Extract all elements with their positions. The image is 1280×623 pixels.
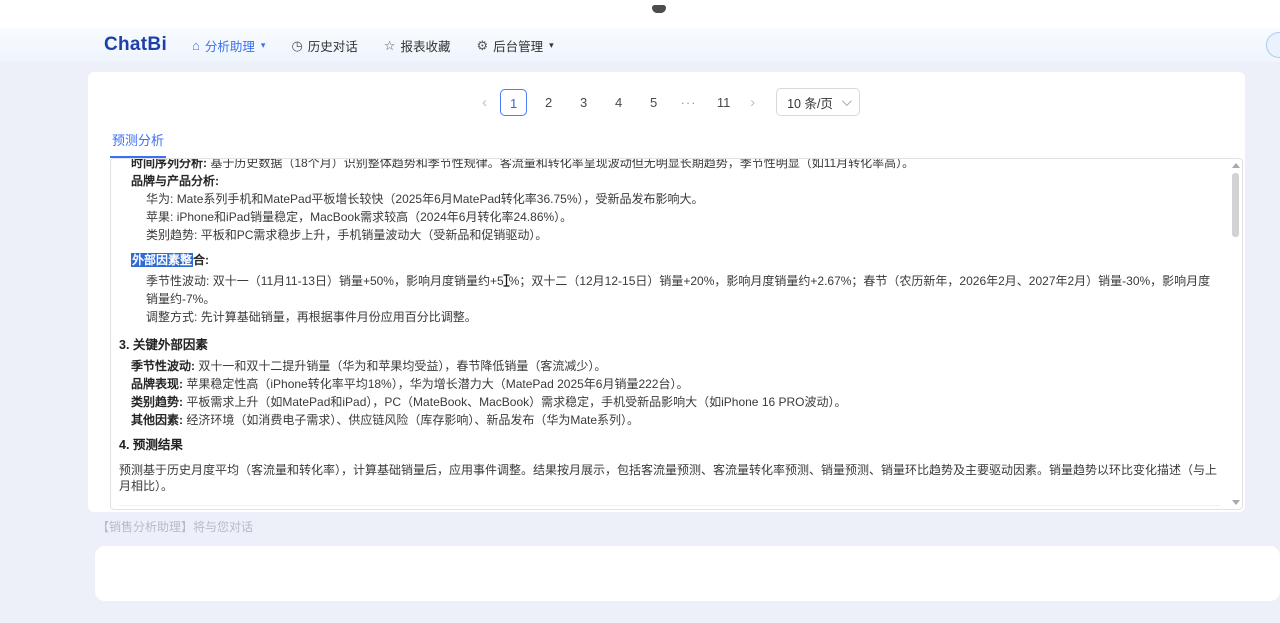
home-icon: ⌂ — [192, 39, 200, 52]
brand-product-heading: 品牌与产品分析: — [131, 173, 1220, 189]
scroll-down-arrow-icon[interactable] — [1232, 500, 1240, 505]
nav-item-label: 后台管理 — [493, 36, 543, 55]
browser-artifact — [652, 5, 666, 13]
table-header-row: 月度 客流量预测 客流量转化率预测 销量预测 销量趋势 (环比) 主要驱动因素 — [119, 506, 1220, 511]
chevron-down-icon: ▾ — [261, 40, 266, 51]
nav-item-label: 历史对话 — [308, 36, 358, 55]
chevron-down-icon: ▾ — [549, 40, 554, 51]
forecast-table: 月度 客流量预测 客流量转化率预测 销量预测 销量趋势 (环比) 主要驱动因素 … — [119, 505, 1220, 510]
forecast-panel: ‹ 1 2 3 4 5 ··· 11 › 10 条/页 预测分析 时间序列分析:… — [88, 72, 1245, 512]
analysis-result-scroll-area[interactable]: 时间序列分析: 基于历史数据（18个月）识别整体趋势和季节性规律。客流量和转化率… — [110, 158, 1243, 510]
top-navbar: ChatBi ⌂ 分析助理 ▾ ◷ 历史对话 ☆ 报表收藏 ⚙ 后台管理 ▾ — [0, 28, 1280, 62]
page-size-value: 10 条/页 — [787, 93, 833, 112]
col-header-traffic-forecast: 客流量预测 — [264, 506, 383, 511]
col-header-conversion-forecast: 客流量转化率预测 — [383, 506, 601, 511]
nav-menu: ⌂ 分析助理 ▾ ◷ 历史对话 ☆ 报表收藏 ⚙ 后台管理 ▾ — [179, 28, 567, 62]
star-icon: ☆ — [384, 39, 396, 52]
col-header-main-driver: 主要驱动因素 — [883, 506, 1220, 511]
tab-forecast-analysis[interactable]: 预测分析 — [110, 130, 166, 158]
page-number-5[interactable]: 5 — [640, 89, 667, 116]
nav-item-report-favorites[interactable]: ☆ 报表收藏 — [371, 28, 464, 62]
assistant-hint-text: 【销售分析助理】将与您对话 — [97, 518, 253, 535]
section-4-heading: 4. 预测结果 — [119, 437, 1220, 453]
col-header-sales-forecast: 销量预测 — [601, 506, 713, 511]
adjust-method-line: 调整方式: 先计算基础销量，再根据事件月份应用百分比调整。 — [146, 309, 1220, 325]
nav-item-label: 分析助理 — [205, 36, 255, 55]
nav-item-admin[interactable]: ⚙ 后台管理 ▾ — [463, 28, 566, 62]
page-number-3[interactable]: 3 — [570, 89, 597, 116]
key-factor-other: 其他因素: 经济环境（如消费电子需求）、供应链风险（库存影响）、新品发布（华为M… — [131, 412, 1220, 428]
brand-item-apple: 苹果: iPhone和iPad销量稳定，MacBook需求较高（2024年6月转… — [146, 209, 1220, 225]
analysis-content: 时间序列分析: 基于历史数据（18个月）识别整体趋势和季节性规律。客流量和转化率… — [111, 158, 1242, 510]
seasonal-fluctuation-line: 季节性波动: 双十一（11月11-13日）销量+50%，影响月度销量约+5%；双… — [146, 273, 1220, 307]
avatar[interactable] — [1266, 32, 1280, 58]
clock-icon: ◷ — [291, 39, 302, 52]
key-factor-brand: 品牌表现: 苹果稳定性高（iPhone转化率平均18%），华为增长潜力大（Mat… — [131, 376, 1220, 392]
forecast-description: 预测基于历史月度平均（客流量和转化率），计算基础销量后，应用事件调整。结果按月展… — [119, 462, 1220, 494]
section-3-heading: 3. 关键外部因素 — [119, 337, 1220, 353]
page-number-1[interactable]: 1 — [500, 89, 527, 116]
prev-page-button[interactable]: ‹ — [473, 94, 496, 111]
app-logo: ChatBi — [104, 34, 167, 56]
brand-item-huawei: 华为: Mate系列手机和MatePad平板增长较快（2025年6月MatePa… — [146, 191, 1220, 207]
page-number-4[interactable]: 4 — [605, 89, 632, 116]
page-number-11[interactable]: 11 — [710, 89, 737, 116]
external-factors-heading: 外部因素整合: — [131, 252, 1220, 268]
scroll-up-arrow-icon[interactable] — [1232, 163, 1240, 168]
next-page-button[interactable]: › — [741, 94, 764, 111]
page-size-select[interactable]: 10 条/页 — [776, 88, 860, 116]
brand-item-category-trend: 类别趋势: 平板和PC需求稳步上升，手机销量波动大（受新品和促销驱动）。 — [146, 227, 1220, 243]
key-factor-seasonal: 季节性波动: 双十一和双十二提升销量（华为和苹果均受益），春节降低销量（客流减少… — [131, 358, 1220, 374]
page-number-2[interactable]: 2 — [535, 89, 562, 116]
nav-item-history-chats[interactable]: ◷ 历史对话 — [278, 28, 370, 62]
time-series-analysis-line: 时间序列分析: 基于历史数据（18个月）识别整体趋势和季节性规律。客流量和转化率… — [131, 158, 1220, 171]
nav-item-label: 报表收藏 — [400, 36, 450, 55]
nav-item-analysis-assistant[interactable]: ⌂ 分析助理 ▾ — [179, 28, 278, 62]
selected-text: 外部因素整 — [131, 253, 193, 267]
pagination: ‹ 1 2 3 4 5 ··· 11 › 10 条/页 — [88, 88, 1245, 116]
key-factor-category: 类别趋势: 平板需求上升（如MatePad和iPad），PC（MateBook、… — [131, 394, 1220, 410]
page-ellipsis[interactable]: ··· — [675, 95, 702, 110]
col-header-month: 月度 — [119, 506, 264, 511]
scrollbar-thumb[interactable] — [1232, 173, 1239, 237]
gear-icon: ⚙ — [476, 39, 488, 52]
chat-input-area[interactable] — [95, 546, 1280, 601]
col-header-sales-trend: 销量趋势 (环比) — [714, 506, 884, 511]
chevron-down-icon — [842, 96, 852, 106]
vertical-scrollbar[interactable] — [1231, 161, 1240, 507]
